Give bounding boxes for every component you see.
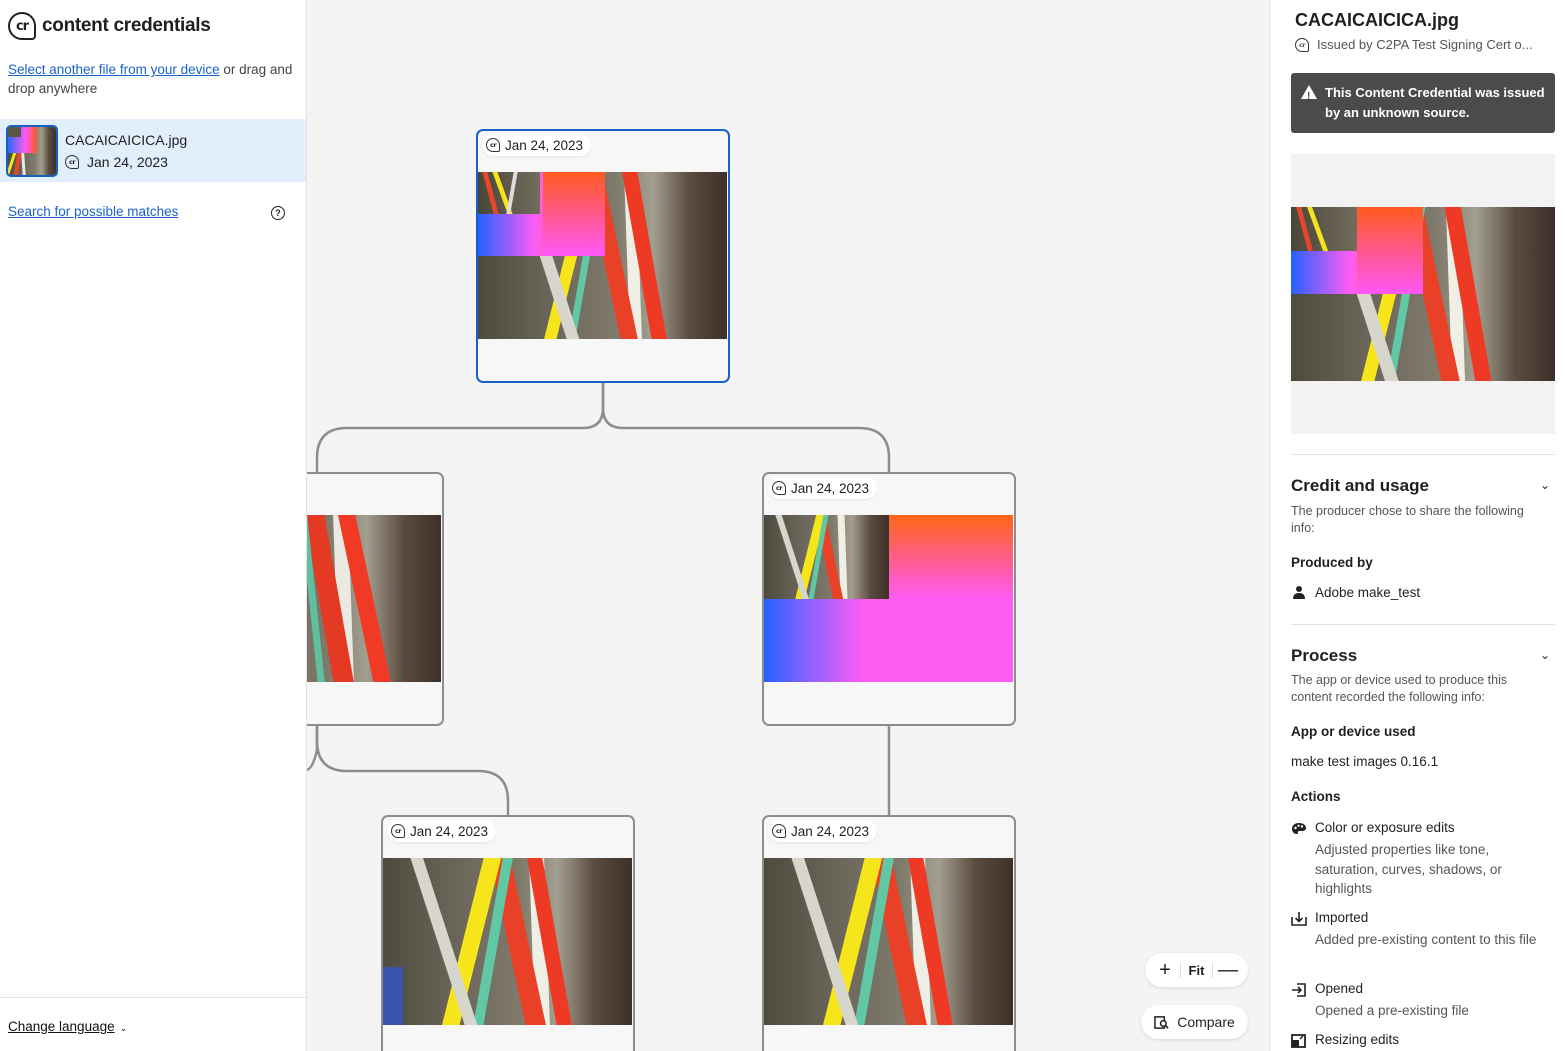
node-date: Jan 24, 2023	[410, 823, 489, 839]
issuer-row: cr Issued by C2PA Test Signing Cert o...	[1295, 37, 1557, 52]
compare-button[interactable]: Compare	[1141, 1005, 1248, 1039]
produced-by-label: Produced by	[1291, 555, 1373, 570]
node-date-pill: cr Jan 24, 2023	[768, 477, 878, 499]
connector-root-left	[315, 383, 605, 472]
connector-root-right	[601, 383, 891, 472]
sidebar-footer: Change language ⌄	[0, 997, 306, 1051]
resize-icon	[1291, 1034, 1306, 1048]
content-credentials-logo-icon: cr	[8, 12, 36, 40]
color-palette-icon	[1292, 823, 1306, 834]
node-date: Jan 24, 2023	[791, 823, 870, 839]
person-icon	[1293, 586, 1305, 599]
chevron-down-icon[interactable]: ⌄	[1540, 478, 1550, 492]
node-image	[478, 172, 727, 339]
file-thumbnail	[6, 124, 58, 177]
connector-left-offscreen	[307, 726, 319, 772]
app-title: content credentials	[42, 15, 211, 36]
file-name: CACAICAICICA.jpg	[65, 131, 188, 148]
issuer-text: Issued by C2PA Test Signing Cert o...	[1317, 37, 1533, 52]
divider	[1291, 454, 1555, 455]
thumbnail-image	[8, 126, 56, 175]
cr-icon: cr	[486, 138, 500, 152]
process-description: The app or device used to produce this c…	[1291, 673, 1508, 704]
action-title: Opened	[1315, 981, 1364, 996]
file-date: Jan 24, 2023	[87, 153, 168, 170]
panel-title: CACAICAICICA.jpg	[1295, 10, 1459, 30]
node-date: Jan 24, 2023	[505, 137, 584, 153]
app-device-value: make test images 0.16.1	[1291, 754, 1439, 769]
asset-preview	[1291, 154, 1555, 434]
provenance-canvas[interactable]: cr Jan 24, 2023 cr Jan 24, 2023 cr Jan 2…	[307, 0, 1269, 1051]
node-grandchild-right[interactable]: cr Jan 24, 2023	[762, 815, 1016, 1051]
node-ingredient-right[interactable]: cr Jan 24, 2023	[762, 472, 1016, 726]
warning-icon	[1301, 85, 1317, 107]
action-item: Opened Opened a pre-existing file	[1291, 981, 1551, 1021]
node-date-pill: cr Jan 24, 2023	[768, 820, 878, 842]
actions-label: Actions	[1291, 789, 1341, 804]
node-root[interactable]: cr Jan 24, 2023	[476, 129, 730, 383]
sidebar: cr content credentials Select another fi…	[0, 0, 307, 1051]
action-description: Added pre-existing content to this file	[1315, 932, 1537, 947]
help-icon[interactable]: ?	[271, 206, 285, 220]
details-panel: CACAICAICICA.jpg cr Issued by C2PA Test …	[1269, 0, 1565, 1051]
producer-name: Adobe make_test	[1315, 585, 1421, 600]
chevron-down-icon[interactable]: ⌄	[1540, 648, 1550, 662]
action-item: Resizing edits	[1291, 1032, 1551, 1051]
credit-usage-description: The producer chose to share the followin…	[1291, 504, 1524, 535]
divider	[1291, 624, 1555, 625]
change-language-label: Change language	[8, 1019, 115, 1034]
zoom-in-button[interactable]: +	[1153, 960, 1177, 980]
node-image	[764, 858, 1013, 1025]
zoom-out-button[interactable]: —	[1216, 960, 1240, 980]
action-title: Color or exposure edits	[1315, 820, 1455, 835]
action-title: Resizing edits	[1315, 1032, 1400, 1047]
open-icon	[1292, 983, 1306, 997]
connector-left-child	[315, 726, 510, 815]
action-description: Adjusted properties like tone, saturatio…	[1315, 842, 1502, 896]
node-date-pill: cr Jan 24, 2023	[387, 820, 497, 842]
node-image	[383, 858, 632, 1025]
node-image	[764, 515, 1013, 682]
file-picker-intro: Select another file from your device or …	[8, 60, 298, 98]
fit-button[interactable]: Fit	[1179, 962, 1214, 978]
compare-label: Compare	[1177, 1014, 1235, 1030]
node-grandchild-left[interactable]: cr Jan 24, 2023	[381, 815, 635, 1051]
select-file-link[interactable]: Select another file from your device	[8, 62, 220, 77]
action-item: Color or exposure edits Adjusted propert…	[1291, 820, 1551, 900]
change-language-link[interactable]: Change language ⌄	[8, 1019, 127, 1034]
action-item: Imported Added pre-existing content to t…	[1291, 910, 1551, 970]
preview-image	[1291, 207, 1555, 381]
compare-icon	[1154, 1015, 1169, 1029]
action-description: Opened a pre-existing file	[1315, 1003, 1469, 1018]
file-date-row: cr Jan 24, 2023	[65, 151, 187, 173]
node-ingredient-left[interactable]	[307, 472, 444, 726]
credit-usage-heading[interactable]: Credit and usage	[1291, 476, 1429, 496]
node-date: Jan 24, 2023	[791, 480, 870, 496]
cr-icon: cr	[1295, 37, 1309, 52]
warning-text: This Content Credential was issued by an…	[1325, 85, 1545, 120]
zoom-controls: + Fit —	[1145, 953, 1248, 987]
unknown-source-warning: This Content Credential was issued by an…	[1291, 73, 1555, 133]
process-heading[interactable]: Process	[1291, 646, 1357, 666]
app-logo: cr content credentials	[8, 12, 211, 40]
node-date-pill: cr Jan 24, 2023	[482, 134, 592, 156]
import-icon	[1291, 912, 1307, 926]
cr-icon: cr	[65, 154, 79, 169]
chevron-down-icon: ⌄	[119, 1023, 128, 1033]
app-device-label: App or device used	[1291, 724, 1416, 739]
cr-icon: cr	[772, 481, 786, 495]
action-title: Imported	[1315, 910, 1369, 925]
node-image	[307, 515, 441, 682]
cr-icon: cr	[391, 824, 405, 838]
file-list-item[interactable]: CACAICAICICA.jpg cr Jan 24, 2023	[0, 119, 306, 182]
search-matches-link[interactable]: Search for possible matches	[8, 204, 178, 219]
cr-icon: cr	[772, 824, 786, 838]
